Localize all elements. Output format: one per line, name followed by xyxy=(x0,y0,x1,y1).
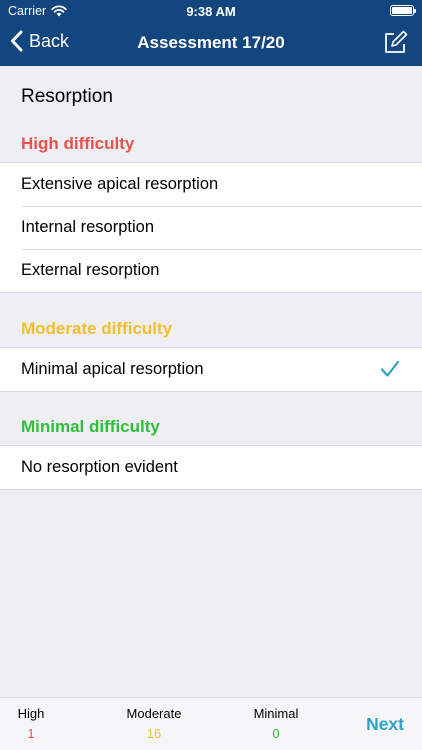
nav-row: Back Assessment 17/20 xyxy=(0,22,422,66)
next-button[interactable]: Next xyxy=(366,714,404,735)
stat-high-label: High xyxy=(17,706,45,721)
edit-icon[interactable] xyxy=(382,30,408,56)
stat-high-count: 1 xyxy=(27,726,35,741)
back-button[interactable]: Back xyxy=(10,30,69,52)
stat-moderate-label: Moderate xyxy=(126,706,182,721)
option-list-high: Extensive apical resorption Internal res… xyxy=(0,162,422,293)
option-label: External resorption xyxy=(21,261,160,279)
stat-moderate-count: 16 xyxy=(146,726,162,741)
battery-icon xyxy=(390,5,416,16)
option-extensive-apical-resorption[interactable]: Extensive apical resorption xyxy=(0,163,422,206)
option-label: No resorption evident xyxy=(21,458,178,476)
option-minimal-apical-resorption[interactable]: Minimal apical resorption xyxy=(0,348,422,391)
option-label: Internal resorption xyxy=(21,218,154,236)
option-no-resorption-evident[interactable]: No resorption evident xyxy=(0,446,422,489)
option-internal-resorption[interactable]: Internal resorption xyxy=(0,206,422,249)
option-list-moderate: Minimal apical resorption xyxy=(0,347,422,392)
stat-moderate: Moderate 16 xyxy=(119,706,189,741)
checkmark-icon xyxy=(380,360,400,377)
section-header-moderate: Moderate difficulty xyxy=(21,319,173,338)
option-label: Extensive apical resorption xyxy=(21,175,219,193)
chevron-left-icon xyxy=(11,30,23,52)
status-bar: Carrier 9:38 AM xyxy=(0,0,422,22)
score-footer: High 1 Moderate 16 Minimal 0 Next xyxy=(0,697,422,750)
status-time: 9:38 AM xyxy=(186,4,236,19)
section-header-high: High difficulty xyxy=(21,134,135,153)
question-title: Resorption xyxy=(21,86,113,107)
option-label: Minimal apical resorption xyxy=(21,360,204,378)
stat-high: High 1 xyxy=(14,706,48,741)
navigation-bar: Carrier 9:38 AM Back Assessment 17/20 xyxy=(0,0,422,66)
stat-minimal-label: Minimal xyxy=(253,706,299,721)
option-list-minimal: No resorption evident xyxy=(0,445,422,490)
option-external-resorption[interactable]: External resorption xyxy=(0,249,422,292)
back-label: Back xyxy=(29,30,70,51)
stat-minimal-count: 0 xyxy=(272,726,280,741)
stat-minimal: Minimal 0 xyxy=(248,706,304,741)
section-header-minimal: Minimal difficulty xyxy=(21,417,160,436)
